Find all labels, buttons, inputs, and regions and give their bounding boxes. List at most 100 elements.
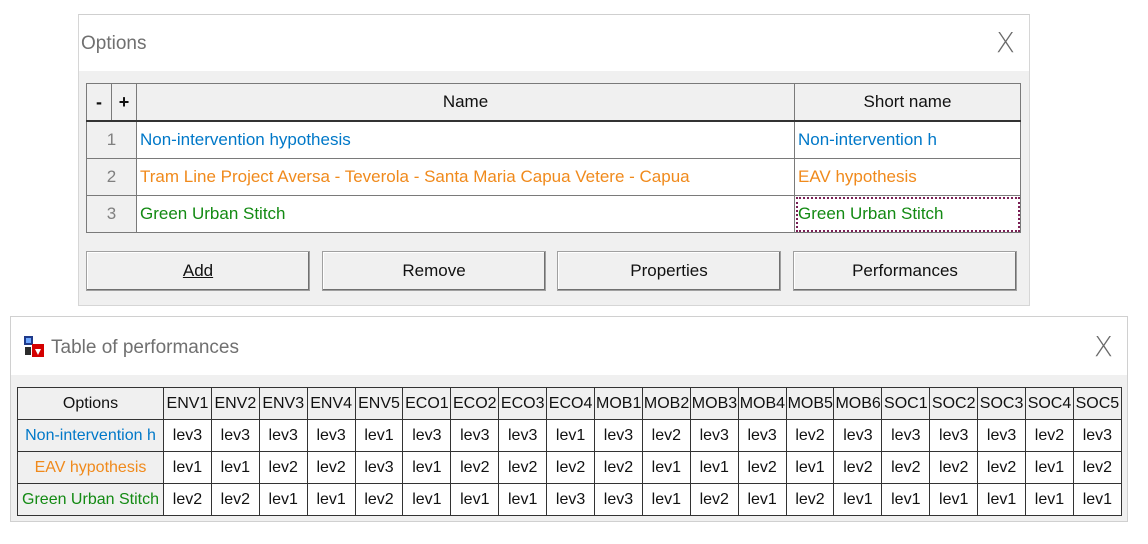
performance-cell[interactable]: lev3 [354, 451, 404, 484]
performance-cell[interactable]: lev3 [498, 419, 548, 452]
performance-cell[interactable]: lev1 [833, 483, 883, 516]
performance-cell[interactable]: lev3 [210, 419, 260, 452]
performance-cell[interactable]: lev2 [546, 451, 596, 484]
performance-cell[interactable]: lev2 [881, 451, 931, 484]
criterion-header[interactable]: ENV2 [210, 387, 260, 420]
performance-cell[interactable]: lev2 [594, 451, 643, 484]
performance-cell[interactable]: lev3 [689, 419, 739, 452]
performance-cell[interactable]: lev2 [210, 483, 260, 516]
performance-cell[interactable]: lev1 [1072, 483, 1122, 516]
criterion-header[interactable]: MOB4 [737, 387, 787, 420]
performances-button[interactable]: Performances [793, 251, 1017, 291]
option-short-name-cell[interactable]: Non-intervention h [794, 120, 1021, 159]
performance-cell[interactable]: lev1 [881, 483, 931, 516]
option-row-header[interactable]: Non-intervention h [17, 419, 164, 452]
properties-button[interactable]: Properties [557, 251, 781, 291]
remove-button[interactable]: Remove [322, 251, 546, 291]
performance-cell[interactable]: lev1 [354, 419, 404, 452]
performance-cell[interactable]: lev1 [737, 483, 787, 516]
criterion-header[interactable]: ECO1 [402, 387, 452, 420]
option-name-cell[interactable]: Green Urban Stitch [136, 195, 795, 233]
performance-cell[interactable]: lev3 [163, 419, 212, 452]
criterion-header[interactable]: ECO3 [498, 387, 548, 420]
option-short-name-cell[interactable]: Green Urban Stitch [794, 195, 1021, 233]
close-icon[interactable]: X [996, 29, 1015, 57]
criterion-header[interactable]: MOB1 [594, 387, 643, 420]
performance-cell[interactable]: lev3 [1072, 419, 1122, 452]
performance-cell[interactable]: lev3 [402, 419, 452, 452]
performance-cell[interactable]: lev1 [498, 483, 548, 516]
option-row[interactable]: 2 Tram Line Project Aversa - Teverola - S… [86, 158, 1021, 196]
criterion-header[interactable]: ENV3 [258, 387, 308, 420]
criterion-header[interactable]: MOB6 [833, 387, 883, 420]
performance-cell[interactable]: lev3 [737, 419, 787, 452]
performance-cell[interactable]: lev3 [594, 483, 643, 516]
criterion-header[interactable]: ECO4 [546, 387, 596, 420]
performance-cell[interactable]: lev3 [594, 419, 643, 452]
performance-cell[interactable]: lev1 [258, 483, 308, 516]
performance-cell[interactable]: lev2 [258, 451, 308, 484]
performance-cell[interactable]: lev2 [1025, 419, 1074, 452]
performance-cell[interactable]: lev2 [450, 451, 500, 484]
collapse-minus-button[interactable]: - [86, 83, 112, 122]
performance-cell[interactable]: lev1 [1025, 451, 1074, 484]
performance-cell[interactable]: lev2 [977, 451, 1027, 484]
performance-cell[interactable]: lev2 [306, 451, 356, 484]
criterion-header[interactable]: SOC5 [1072, 387, 1122, 420]
performance-cell[interactable]: lev3 [306, 419, 356, 452]
performance-cell[interactable]: lev1 [450, 483, 500, 516]
performance-cell[interactable]: lev2 [1072, 451, 1122, 484]
close-icon[interactable]: X [1094, 333, 1113, 361]
performance-cell[interactable]: lev1 [977, 483, 1027, 516]
performance-cell[interactable]: lev3 [258, 419, 308, 452]
performance-cell[interactable]: lev2 [498, 451, 548, 484]
performance-cell[interactable]: lev2 [833, 451, 883, 484]
performance-cell[interactable]: lev3 [833, 419, 883, 452]
performance-cell[interactable]: lev2 [163, 483, 212, 516]
option-name-cell[interactable]: Non-intervention hypothesis [136, 120, 795, 159]
option-row[interactable]: 3 Green Urban Stitch Green Urban Stitch [86, 195, 1021, 233]
performance-cell[interactable]: lev1 [689, 451, 739, 484]
performance-cell[interactable]: lev2 [641, 419, 691, 452]
add-button[interactable]: Add [86, 251, 310, 291]
criterion-header[interactable]: MOB2 [641, 387, 691, 420]
performance-cell[interactable]: lev2 [785, 419, 835, 452]
performance-cell[interactable]: lev1 [785, 451, 835, 484]
criterion-header[interactable]: SOC1 [881, 387, 931, 420]
criterion-header[interactable]: ENV4 [306, 387, 356, 420]
performance-cell[interactable]: lev3 [546, 483, 596, 516]
performance-cell[interactable]: lev3 [881, 419, 931, 452]
option-row[interactable]: 1 Non-intervention hypothesis Non-interven… [86, 120, 1021, 159]
criterion-header[interactable]: ENV5 [354, 387, 404, 420]
performance-cell[interactable]: lev1 [641, 451, 691, 484]
performance-cell[interactable]: lev1 [163, 451, 212, 484]
row-number[interactable]: 3 [86, 195, 137, 233]
column-header-short-name[interactable]: Short name [794, 83, 1021, 122]
option-row-header[interactable]: EAV hypothesis [17, 451, 164, 484]
criterion-header[interactable]: ENV1 [163, 387, 212, 420]
criterion-header[interactable]: MOB5 [785, 387, 835, 420]
criterion-header[interactable]: SOC4 [1025, 387, 1074, 420]
performance-cell[interactable]: lev1 [402, 451, 452, 484]
option-name-cell[interactable]: Tram Line Project Aversa - Teverola - Sa… [136, 158, 795, 196]
performance-cell[interactable]: lev1 [641, 483, 691, 516]
performance-cell[interactable]: lev1 [306, 483, 356, 516]
criterion-header[interactable]: SOC3 [977, 387, 1027, 420]
performance-cell[interactable]: lev2 [689, 483, 739, 516]
performance-cell[interactable]: lev1 [1025, 483, 1074, 516]
row-number[interactable]: 1 [86, 120, 137, 159]
performance-cell[interactable]: lev3 [450, 419, 500, 452]
performance-cell[interactable]: lev1 [929, 483, 979, 516]
performance-cell[interactable]: lev1 [402, 483, 452, 516]
column-header-name[interactable]: Name [136, 83, 795, 122]
performance-cell[interactable]: lev3 [929, 419, 979, 452]
performance-cell[interactable]: lev2 [354, 483, 404, 516]
option-short-name-cell[interactable]: EAV hypothesis [794, 158, 1021, 196]
performance-cell[interactable]: lev3 [977, 419, 1027, 452]
option-row-header[interactable]: Green Urban Stitch [17, 483, 164, 516]
criterion-header[interactable]: SOC2 [929, 387, 979, 420]
performance-cell[interactable]: lev2 [785, 483, 835, 516]
criterion-header[interactable]: MOB3 [689, 387, 739, 420]
performance-cell[interactable]: lev2 [929, 451, 979, 484]
performance-cell[interactable]: lev2 [737, 451, 787, 484]
